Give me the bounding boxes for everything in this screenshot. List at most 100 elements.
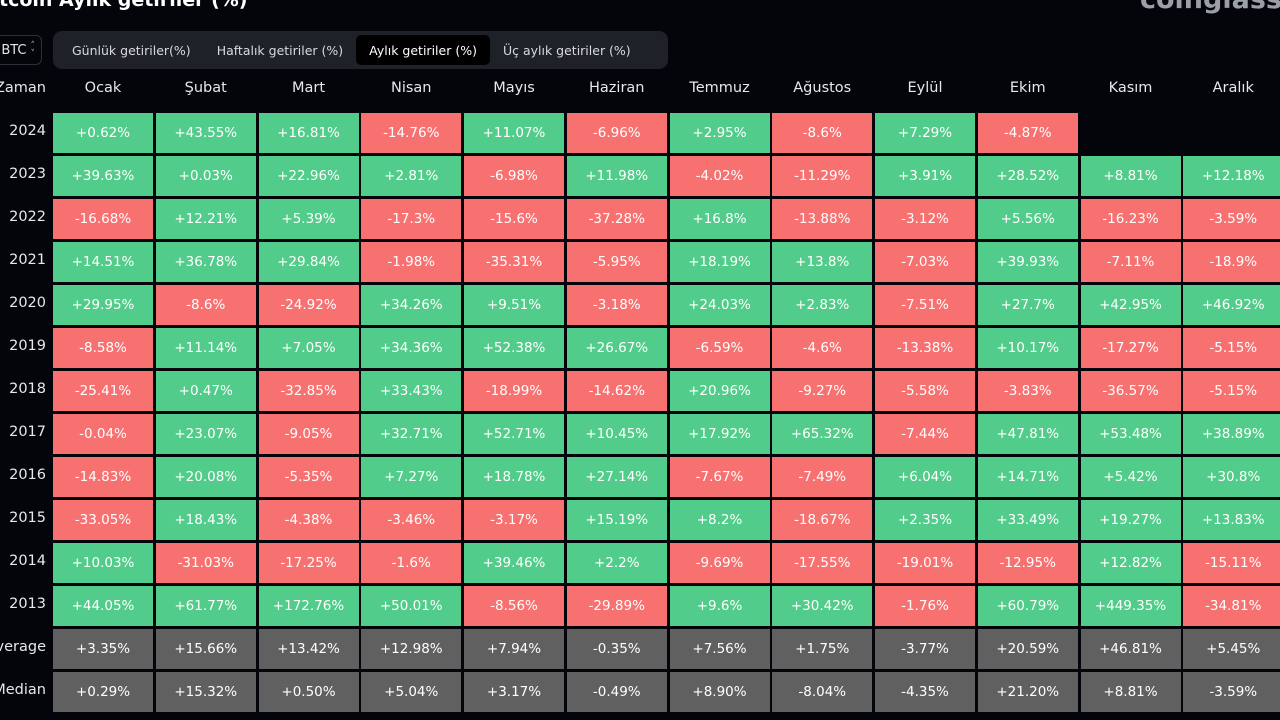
return-cell: +13.8% [772, 242, 873, 282]
return-cell: -17.3% [361, 199, 462, 239]
return-cell: -1.76% [875, 586, 975, 626]
row-label: 2013 [9, 596, 46, 612]
header-time-label: Zaman [0, 80, 46, 96]
return-cell: +8.81% [1080, 156, 1181, 196]
return-cell: -5.58% [875, 371, 975, 411]
tab-monthly[interactable]: Aylık getiriler (%) [356, 35, 490, 65]
return-cell: +8.90% [669, 672, 770, 712]
return-cell: -16.23% [1080, 199, 1181, 239]
return-cell: -3.18% [566, 285, 667, 325]
return-cell: +7.94% [464, 629, 564, 669]
return-cell: +7.27% [361, 457, 462, 497]
return-cell: +16.81% [258, 113, 359, 153]
return-cell: +42.95% [1080, 285, 1181, 325]
return-cell: +0.50% [258, 672, 359, 712]
return-cell: -15.6% [464, 199, 564, 239]
return-cell: +50.01% [361, 586, 462, 626]
return-cell: +14.51% [53, 242, 153, 282]
row-label: Median [0, 682, 46, 698]
return-cell: +6.04% [875, 457, 975, 497]
return-cell: +21.20% [977, 672, 1078, 712]
return-cell: -31.03% [155, 543, 256, 583]
return-cell: +32.71% [361, 414, 462, 454]
month-header: Kasım [1108, 80, 1153, 96]
return-cell: +2.83% [772, 285, 873, 325]
return-cell: -3.46% [361, 500, 462, 540]
return-cell: +18.19% [669, 242, 770, 282]
return-cell: -0.04% [53, 414, 153, 454]
return-cell: +7.56% [669, 629, 770, 669]
return-cell: +7.29% [875, 113, 975, 153]
return-cell: -12.95% [977, 543, 1078, 583]
return-cell: -16.68% [53, 199, 153, 239]
return-cell: +2.81% [361, 156, 462, 196]
symbol-select[interactable]: BTC ˄ ˅ [0, 35, 42, 65]
return-cell: +34.26% [361, 285, 462, 325]
return-cell: +23.07% [155, 414, 256, 454]
return-cell: +2.35% [875, 500, 975, 540]
return-cell: +15.19% [566, 500, 667, 540]
return-cell: -24.92% [258, 285, 359, 325]
return-cell: +5.04% [361, 672, 462, 712]
return-cell: +20.59% [977, 629, 1078, 669]
return-cell: +449.35% [1080, 586, 1181, 626]
return-cell: +22.96% [258, 156, 359, 196]
return-cell: +12.82% [1080, 543, 1181, 583]
row-label: 2018 [9, 381, 46, 397]
row-label: 2020 [9, 295, 46, 311]
return-cell: -32.85% [258, 371, 359, 411]
return-cell: +9.51% [464, 285, 564, 325]
return-cell: -33.05% [53, 500, 153, 540]
return-cell: +52.38% [464, 328, 564, 368]
row-label: 2021 [9, 252, 46, 268]
return-cell: -4.02% [669, 156, 770, 196]
return-cell: -18.67% [772, 500, 873, 540]
tab-quarterly[interactable]: Üç aylık getiriler (%) [490, 35, 644, 65]
month-header: Temmuz [689, 80, 750, 96]
return-cell: -8.6% [155, 285, 256, 325]
return-cell: +46.81% [1080, 629, 1181, 669]
row-label: 2024 [9, 123, 46, 139]
return-cell: -3.59% [1183, 199, 1280, 239]
return-cell: +39.46% [464, 543, 564, 583]
return-cell: +39.63% [53, 156, 153, 196]
month-header: Nisan [390, 80, 432, 96]
return-cell: -29.89% [566, 586, 667, 626]
return-cell: +18.43% [155, 500, 256, 540]
return-cell: +24.03% [669, 285, 770, 325]
return-cell: +16.8% [669, 199, 770, 239]
return-cell: -6.98% [464, 156, 564, 196]
tab-weekly[interactable]: Haftalık getiriler (%) [204, 35, 356, 65]
return-cell: +27.7% [977, 285, 1078, 325]
return-cell: +0.47% [155, 371, 256, 411]
return-cell: +11.98% [566, 156, 667, 196]
return-cell: -7.44% [875, 414, 975, 454]
return-cell: -9.27% [772, 371, 873, 411]
return-cell: -17.55% [772, 543, 873, 583]
tab-daily[interactable]: Günlük getiriler(%) [59, 35, 204, 65]
return-cell: +30.8% [1183, 457, 1280, 497]
return-cell: -5.15% [1183, 328, 1280, 368]
return-cell: -19.01% [875, 543, 975, 583]
return-cell: +29.84% [258, 242, 359, 282]
return-cell: -0.49% [566, 672, 667, 712]
return-cell: +172.76% [258, 586, 359, 626]
return-cell: +5.45% [1183, 629, 1280, 669]
return-cell: +43.55% [155, 113, 256, 153]
month-header: Haziran [589, 80, 645, 96]
return-cell: -8.56% [464, 586, 564, 626]
return-cell: +34.36% [361, 328, 462, 368]
return-cell: -18.9% [1183, 242, 1280, 282]
return-cell: +39.93% [977, 242, 1078, 282]
month-header: Ekim [1009, 80, 1046, 96]
return-cell: +10.03% [53, 543, 153, 583]
return-cell: +0.29% [53, 672, 153, 712]
return-cell: +61.77% [155, 586, 256, 626]
return-cell: -1.6% [361, 543, 462, 583]
return-cell: -7.67% [669, 457, 770, 497]
return-cell: -3.12% [875, 199, 975, 239]
return-cell: -3.59% [1183, 672, 1280, 712]
return-cell: +3.17% [464, 672, 564, 712]
return-cell: -17.25% [258, 543, 359, 583]
return-cell: +9.6% [669, 586, 770, 626]
